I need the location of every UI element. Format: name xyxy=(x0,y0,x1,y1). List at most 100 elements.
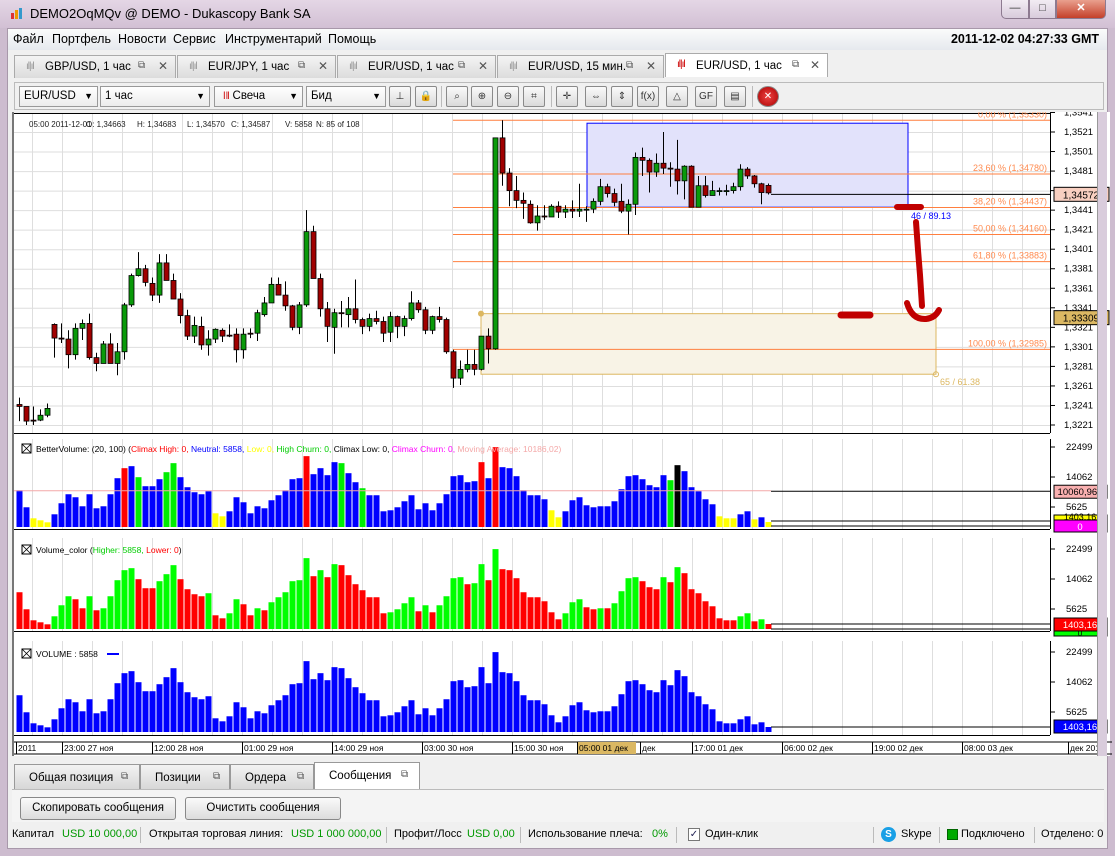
skype-icon[interactable]: S xyxy=(881,827,896,842)
zoom-in-icon[interactable]: ⊕ xyxy=(471,86,493,107)
price-tick-label: 1,3261 xyxy=(1064,381,1093,392)
ohlc-info-volume: V: 5858 xyxy=(285,120,313,129)
close-tab-icon[interactable]: ✕ xyxy=(810,58,820,72)
minimize-button[interactable]: — xyxy=(1001,0,1029,19)
undock-icon[interactable]: ⧉ xyxy=(401,769,408,780)
undock-icon[interactable]: ⧉ xyxy=(213,771,220,782)
menu-tools[interactable]: Инструментарий xyxy=(225,32,322,46)
zoom-fit-icon[interactable]: ⌗ xyxy=(523,86,545,107)
vertical-scale-icon[interactable]: ⇕ xyxy=(611,86,633,107)
drawings-icon[interactable]: △ xyxy=(666,86,688,107)
undock-icon[interactable]: ⧉ xyxy=(121,771,128,782)
undock-icon[interactable]: ⧉ xyxy=(298,60,305,71)
oneclick-checkbox[interactable]: ✓ xyxy=(688,828,700,841)
volume-bar xyxy=(324,680,331,732)
tab-positions[interactable]: Позиции ⧉ xyxy=(140,764,230,789)
volume-bar xyxy=(65,699,72,732)
ohlc-info-time: 05:00 2011-12-01 xyxy=(29,120,92,129)
candle-bearish xyxy=(198,325,205,346)
menu-file[interactable]: Файл xyxy=(13,32,44,46)
maximize-button[interactable]: □ xyxy=(1029,0,1056,19)
tab-orders[interactable]: Ордера ⧉ xyxy=(230,764,314,789)
better-volume-bar-low xyxy=(555,517,562,527)
volume-bar xyxy=(653,692,660,732)
price-tick-label: 1,3221 xyxy=(1064,420,1093,431)
indicators-fx-icon[interactable]: f(x) xyxy=(637,86,659,107)
chart-type-select[interactable]: ǀǁ Свеча ▼ xyxy=(214,86,303,107)
candle-bearish xyxy=(471,364,478,370)
volume-color-bar-higher xyxy=(401,603,408,629)
close-tab-icon[interactable]: ✕ xyxy=(646,59,656,73)
better-volume-bar-neutral xyxy=(709,504,716,527)
candle-bullish xyxy=(716,190,723,193)
volume-color-bar-higher xyxy=(289,581,296,629)
vertical-scrollbar[interactable] xyxy=(1097,112,1107,756)
zoom-out-icon[interactable]: ⊖ xyxy=(497,86,519,107)
tab-gbpusd-1h[interactable]: ıl|ıl GBP/USD, 1 час ⧉ ✕ xyxy=(14,55,176,78)
clear-messages-button[interactable]: Очистить сообщения xyxy=(185,797,341,820)
save-chart-icon[interactable]: ▤ xyxy=(724,86,746,107)
volume-color-bar-lower xyxy=(702,601,709,629)
undock-icon[interactable]: ⧉ xyxy=(138,60,145,71)
close-button[interactable]: ✕ xyxy=(1056,0,1106,19)
chart-area[interactable]: 1,35411,35211,35011,34811,34611,34411,34… xyxy=(12,112,1112,756)
menu-news[interactable]: Новости xyxy=(118,32,166,46)
stop-icon[interactable]: ✕ xyxy=(757,86,779,107)
chart-canvas[interactable]: 1,35411,35211,35011,34811,34611,34411,34… xyxy=(14,112,1112,756)
tab-eurusd-1h-active[interactable]: ıl|ıl EUR/USD, 1 час ⧉ ✕ xyxy=(665,53,828,77)
volume-bar xyxy=(310,679,317,732)
zoom-area-icon[interactable]: ⌕ xyxy=(446,86,468,107)
volume-bar xyxy=(198,699,205,732)
menu-help[interactable]: Помощь xyxy=(328,32,376,46)
candle-bearish xyxy=(513,190,520,201)
close-tab-icon[interactable]: ✕ xyxy=(478,59,488,73)
side-select[interactable]: Бид ▼ xyxy=(306,86,386,107)
lock-icon[interactable]: 🔒 xyxy=(415,86,437,107)
candle-bullish xyxy=(72,327,79,356)
volume-color-bar-lower xyxy=(93,610,100,629)
undock-icon[interactable]: ⧉ xyxy=(626,60,633,71)
undock-icon[interactable]: ⧉ xyxy=(297,771,304,782)
volume-color-bar-higher xyxy=(618,591,625,629)
close-tab-icon[interactable]: ✕ xyxy=(318,59,328,73)
better-volume-bar-neutral xyxy=(618,489,625,527)
volume-bar xyxy=(380,716,387,732)
candle-bullish xyxy=(401,318,408,327)
menu-service[interactable]: Сервис xyxy=(173,32,216,46)
volume-color-bar-higher xyxy=(233,599,240,629)
better-volume-bar-neutral xyxy=(289,479,296,527)
volume-color-bar-higher xyxy=(65,596,72,629)
volume-bar xyxy=(737,719,744,732)
menu-portfolio[interactable]: Портфель xyxy=(52,32,111,46)
candle-bearish xyxy=(674,168,681,182)
tab-eurusd-1h[interactable]: ıl|ıl EUR/USD, 1 час ⧉ ✕ xyxy=(337,55,496,78)
skype-label[interactable]: Skype xyxy=(901,828,932,840)
gann-fib-icon[interactable]: GF xyxy=(695,86,717,107)
copy-messages-button[interactable]: Скопировать сообщения xyxy=(20,797,176,820)
tab-overall-position[interactable]: Общая позиция ⧉ xyxy=(14,764,140,789)
toolbar-separator xyxy=(752,86,753,107)
better-volume-bar-neutral xyxy=(590,507,597,527)
oneclick-label[interactable]: Один-клик xyxy=(705,828,758,840)
tab-eurusd-15m[interactable]: ıl|ıl EUR/USD, 15 мин. ⧉ ✕ xyxy=(497,55,664,78)
chevron-down-icon: ▼ xyxy=(196,91,205,101)
volume-bar xyxy=(471,686,478,732)
candle-bearish xyxy=(51,324,58,339)
undock-icon[interactable]: ⧉ xyxy=(458,60,465,71)
candle-bearish xyxy=(569,208,576,212)
close-tab-icon[interactable]: ✕ xyxy=(158,59,168,73)
candle-bearish xyxy=(233,333,240,351)
instrument-select[interactable]: EUR/USD ▼ xyxy=(19,86,98,107)
tab-messages[interactable]: Сообщения ⧉ xyxy=(314,762,420,790)
volume-color-bar-lower xyxy=(415,611,422,629)
price-marker-icon[interactable]: ⊥ xyxy=(389,86,411,107)
better-volume-bar-high-churn xyxy=(667,480,674,527)
horizontal-scale-icon[interactable]: ⇔ xyxy=(585,86,607,107)
undock-icon[interactable]: ⧉ xyxy=(792,59,799,70)
better-volume-bar-climax-high xyxy=(478,462,485,527)
volume-color-bar-lower xyxy=(79,608,86,629)
tab-eurjpy-1h[interactable]: ıl|ıl EUR/JPY, 1 час ⧉ ✕ xyxy=(177,55,336,78)
period-select[interactable]: 1 час ▼ xyxy=(100,86,210,107)
volume-color-bar-higher xyxy=(597,608,604,629)
cursor-icon[interactable]: ✛ xyxy=(556,86,578,107)
